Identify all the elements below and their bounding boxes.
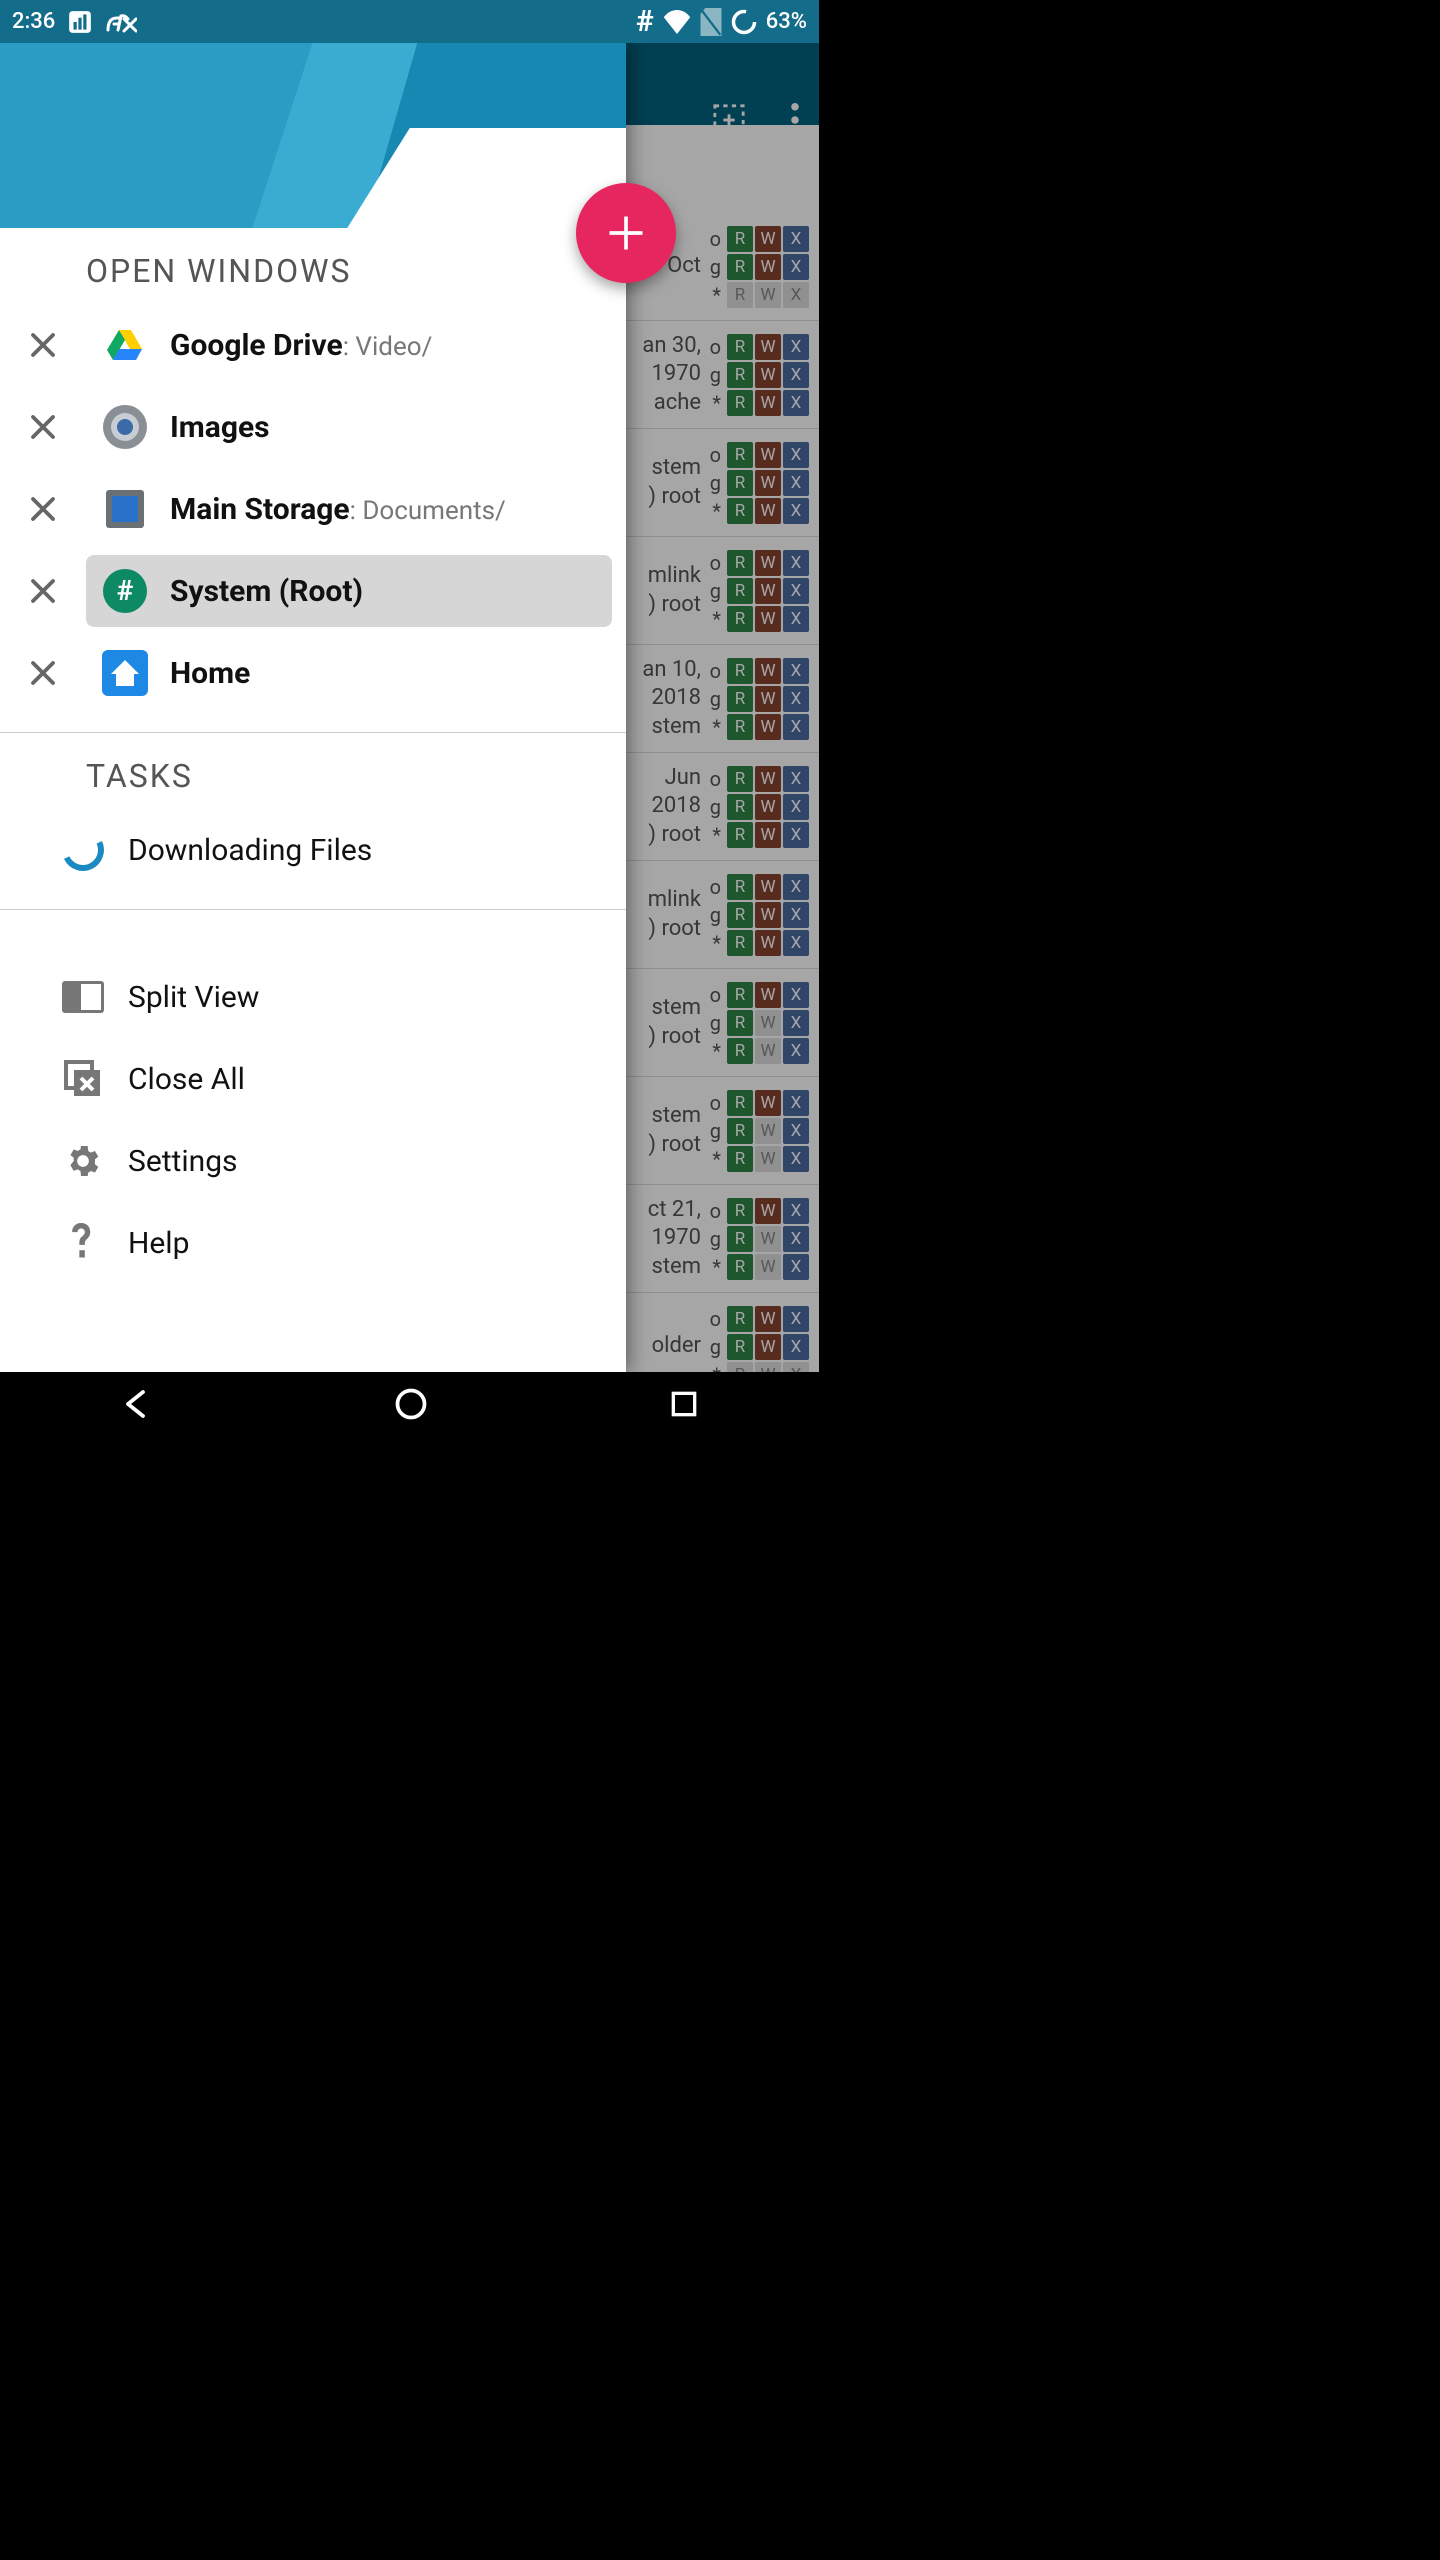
close-window-button[interactable]	[0, 494, 86, 524]
drawer-header	[0, 43, 626, 228]
close-icon	[28, 412, 58, 442]
root-icon: #	[102, 568, 148, 614]
plus-icon	[604, 211, 648, 255]
open-windows-title: OPEN WINDOWS	[0, 228, 626, 304]
close-all-action[interactable]: Close All	[0, 1038, 626, 1120]
settings-action[interactable]: Settings	[0, 1120, 626, 1202]
window-label: Main Storage: Documents/	[170, 492, 506, 527]
select-region-icon[interactable]	[712, 103, 746, 141]
storage-icon	[102, 486, 148, 532]
home-icon	[102, 650, 148, 696]
nav-home-icon[interactable]	[393, 1386, 429, 1426]
add-fab[interactable]	[576, 183, 676, 283]
google-drive-icon	[102, 322, 148, 368]
loading-circle-icon	[730, 8, 758, 36]
window-row-storage: Main Storage: Documents/	[0, 468, 626, 550]
close-window-button[interactable]	[0, 330, 86, 360]
wifi-icon	[662, 10, 692, 34]
gear-icon	[60, 1138, 106, 1184]
close-icon	[28, 658, 58, 688]
close-icon	[28, 494, 58, 524]
images-icon	[102, 404, 148, 450]
close-icon	[28, 576, 58, 606]
close-all-icon	[60, 1056, 106, 1102]
window-row-root: # System (Root)	[0, 550, 626, 632]
help-icon	[60, 1220, 106, 1266]
system-nav-bar	[0, 1372, 819, 1440]
window-row-images: Images	[0, 386, 626, 468]
action-label: Settings	[128, 1144, 238, 1179]
window-entry[interactable]: Images	[86, 391, 612, 463]
window-entry[interactable]: Google Drive: Video/	[86, 309, 612, 381]
action-label: Close All	[128, 1062, 245, 1097]
close-window-button[interactable]	[0, 658, 86, 688]
help-action[interactable]: Help	[0, 1202, 626, 1284]
notif-fx-icon	[105, 10, 137, 34]
window-label: Images	[170, 410, 270, 445]
window-entry[interactable]: Main Storage: Documents/	[86, 473, 612, 545]
split-view-icon	[60, 974, 106, 1020]
close-icon	[28, 330, 58, 360]
navigation-drawer: OPEN WINDOWS Google Drive: Video/Images M…	[0, 43, 626, 1372]
close-window-button[interactable]	[0, 412, 86, 442]
window-entry[interactable]: # System (Root)	[86, 555, 612, 627]
nav-recents-icon[interactable]	[668, 1388, 700, 1424]
window-entry[interactable]: Home	[86, 637, 612, 709]
progress-spinner-icon	[60, 827, 106, 873]
action-label: Help	[128, 1226, 189, 1261]
action-label: Split View	[128, 980, 259, 1015]
svg-text:#: #	[117, 574, 134, 607]
window-row-home: Home	[0, 632, 626, 714]
nav-back-icon[interactable]	[119, 1386, 155, 1426]
notif-bars-icon	[67, 9, 93, 35]
divider	[0, 909, 626, 910]
task-label: Downloading Files	[128, 833, 372, 868]
tasks-title: TASKS	[0, 733, 626, 809]
status-time: 2:36	[12, 9, 55, 34]
status-bar: 2:36 # 63%	[0, 0, 819, 43]
window-label: Google Drive: Video/	[170, 328, 432, 363]
hash-icon: #	[636, 4, 654, 39]
no-sim-icon	[700, 8, 722, 36]
task-downloading[interactable]: Downloading Files	[0, 809, 626, 891]
window-row-google-drive: Google Drive: Video/	[0, 304, 626, 386]
status-battery: 63%	[766, 9, 807, 34]
split-view-action[interactable]: Split View	[0, 956, 626, 1038]
close-window-button[interactable]	[0, 576, 86, 606]
overflow-menu-icon[interactable]	[791, 103, 799, 141]
window-label: System (Root)	[170, 574, 363, 609]
window-label: Home	[170, 656, 250, 691]
